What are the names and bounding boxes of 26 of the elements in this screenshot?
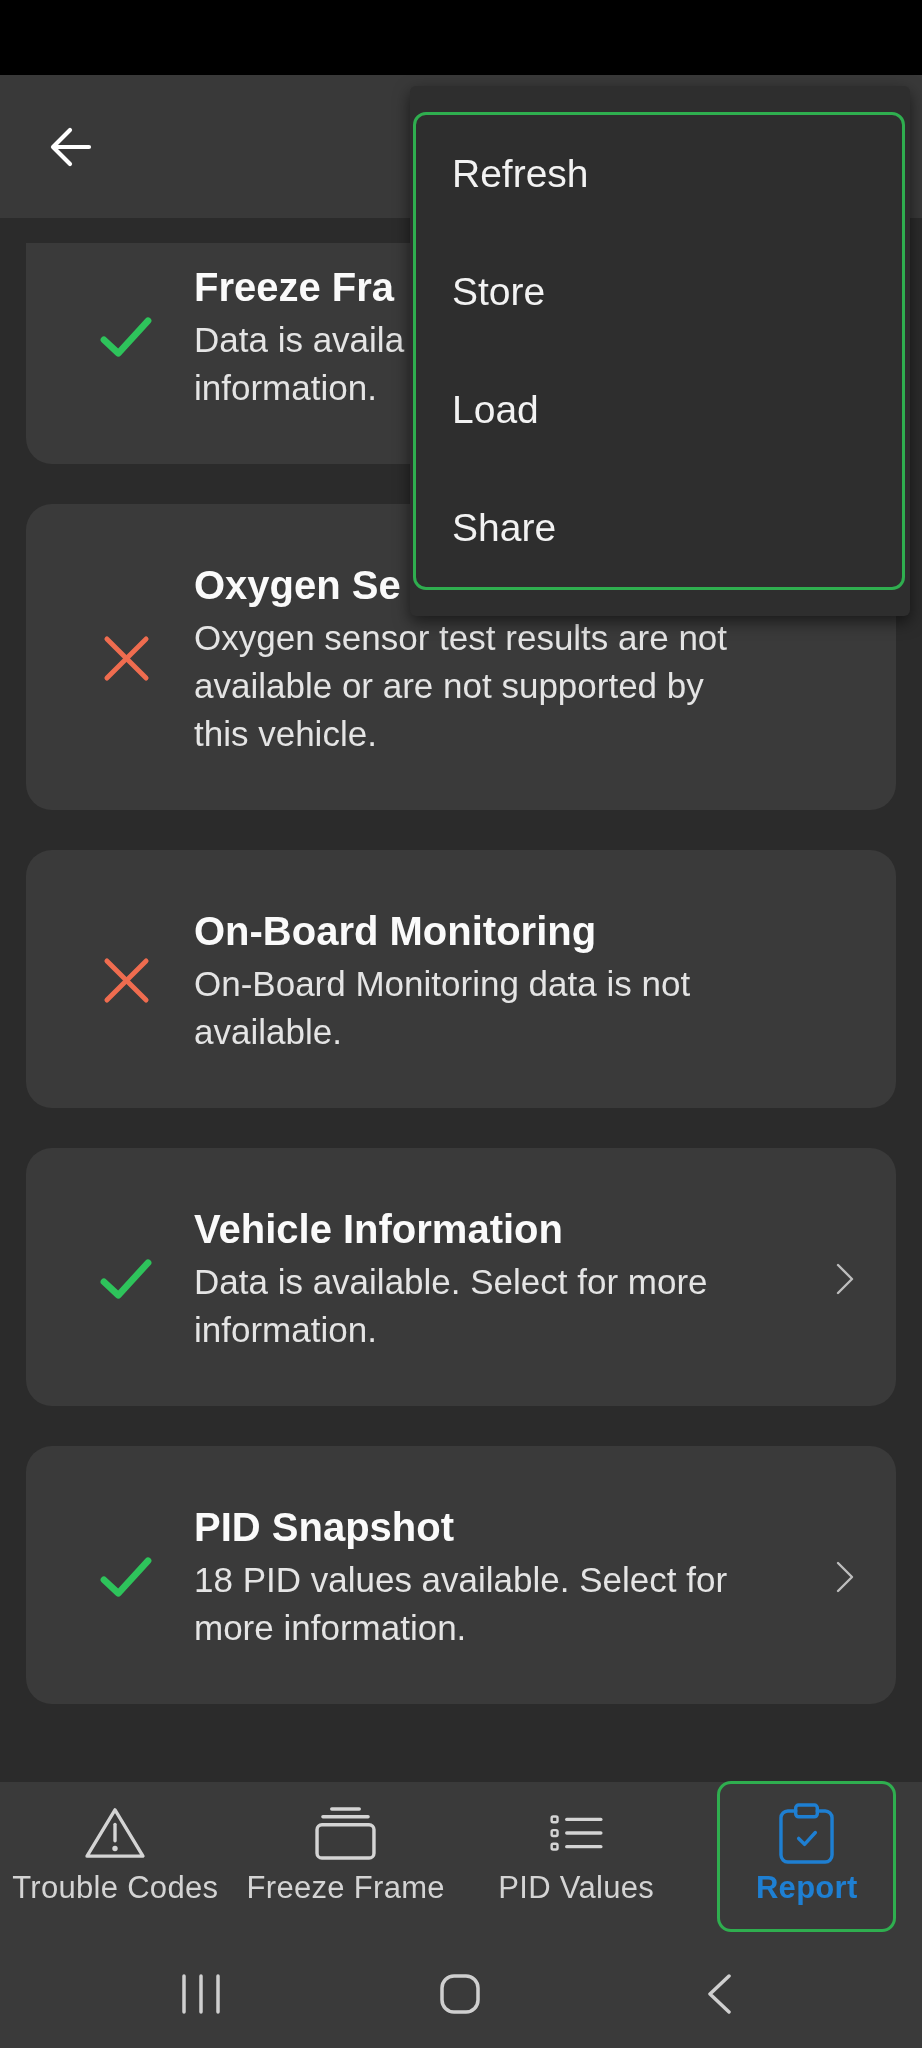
card-description: On-Board Monitoring data is not available. xyxy=(194,963,692,1053)
card-title: Oxygen Se xyxy=(194,562,401,609)
menu-item[interactable]: Share xyxy=(416,469,902,587)
status-card[interactable]: PID Snapshot 18 PID values available. Select for more information. xyxy=(26,1446,896,1704)
stacked-frames-icon xyxy=(315,1806,377,1860)
menu-item[interactable]: Store xyxy=(416,233,902,351)
clipboard-check-icon xyxy=(779,1802,835,1864)
back-icon[interactable] xyxy=(706,1974,731,2014)
menu-item[interactable]: Refresh xyxy=(416,115,902,233)
card-title: On-Board Monitoring xyxy=(194,908,597,955)
card-description: Data is availa information. xyxy=(194,319,405,409)
nav-tab[interactable]: PID Values xyxy=(461,1782,692,1940)
list-icon xyxy=(549,1814,603,1852)
card-description: Oxygen sensor test results are not available or are not supported by this vehicle. xyxy=(194,617,729,755)
card-title: Freeze Fra xyxy=(194,264,395,311)
warning-icon xyxy=(84,1806,147,1860)
status-card[interactable]: Vehicle Information Data is available. Select for more information. xyxy=(26,1148,896,1406)
nav-tab[interactable]: Trouble Codes xyxy=(0,1782,231,1940)
card-description: Data is available. Select for more information. xyxy=(194,1261,709,1351)
home-icon[interactable] xyxy=(439,1974,480,2014)
card-title: PID Snapshot xyxy=(194,1504,455,1551)
menu-item[interactable]: Load xyxy=(416,351,902,469)
nav-tab[interactable]: Freeze Frame xyxy=(230,1782,461,1940)
card-title: Vehicle Information xyxy=(194,1206,563,1253)
card-description: 18 PID values available. Select for more information. xyxy=(194,1559,729,1649)
recent-apps-icon[interactable] xyxy=(180,1974,221,2014)
